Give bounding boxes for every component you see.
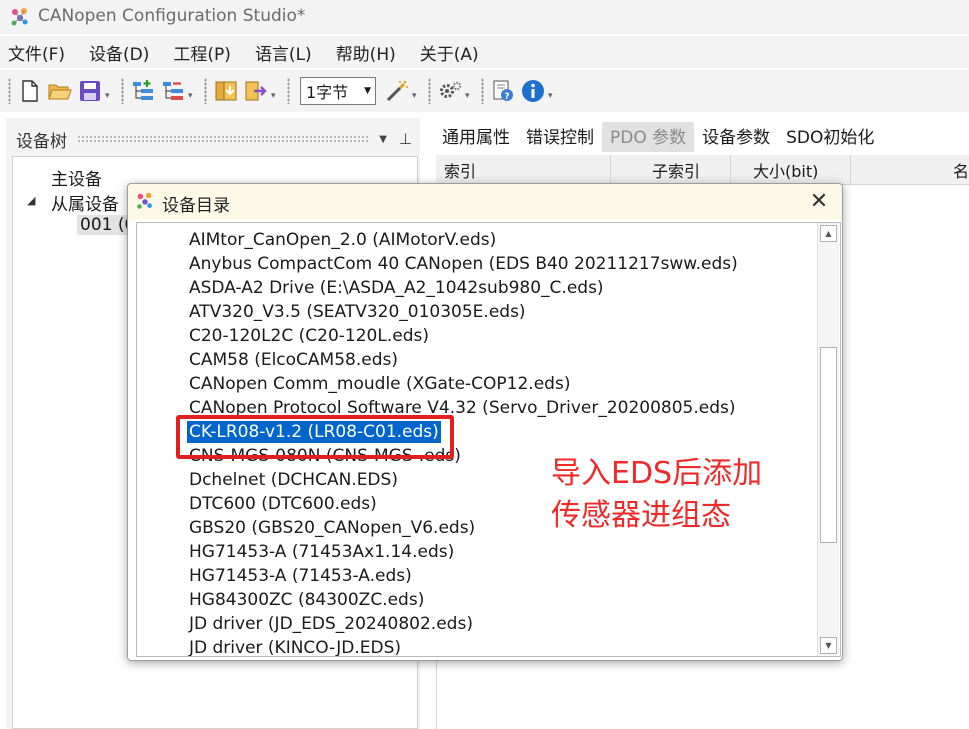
dialog-title-bar[interactable]: 设备目录 ✕ [128,184,842,220]
save-button[interactable] [78,79,102,103]
column-header-subindex[interactable]: 子索引 [611,155,731,184]
settings-dropdown-icon[interactable]: ▾ [465,91,475,101]
list-item[interactable]: HG84300ZC (84300ZC.eds) [189,589,424,611]
info-button[interactable] [521,79,545,103]
info-dropdown-icon[interactable]: ▾ [548,91,558,101]
column-header-size[interactable]: 大小(bit) [731,155,851,184]
tab-pdo-params[interactable]: PDO 参数 [602,122,695,152]
svg-text:?: ? [504,92,509,102]
menu-bar: 文件(F) 设备(D) 工程(P) 语言(L) 帮助(H) 关于(A) [0,36,969,68]
list-item[interactable]: JD driver (JD_EDS_20240802.eds) [189,613,473,635]
toolbar-grip[interactable] [8,78,11,104]
list-item[interactable]: HG71453-A (71453-A.eds) [189,565,412,587]
property-tabs: 通用属性 错误控制 PDO 参数 设备参数 SDO初始化 [434,120,969,152]
menu-project[interactable]: 工程(P) [173,40,243,65]
close-icon[interactable]: ✕ [806,188,832,214]
chevron-down-icon: ▼ [364,86,371,96]
device-tree-title: 设备树 [16,131,67,152]
tree-node-slaves[interactable]: 从属设备 [51,190,119,215]
menu-device[interactable]: 设备(D) [89,40,161,65]
dialog-title: 设备目录 [162,196,230,216]
info-icon [522,80,544,102]
new-file-icon [22,80,38,102]
pin-icon[interactable]: ⊥ [399,130,412,148]
gear-icon [440,81,462,98]
toolbar-separator [481,78,484,104]
tab-general[interactable]: 通用属性 [434,122,518,152]
byte-size-value: 1字节 [306,83,349,102]
toolbar-separator [121,78,124,104]
menu-file[interactable]: 文件(F) [8,40,77,65]
scroll-down-arrow-icon[interactable]: ▼ [820,637,837,654]
add-device-button[interactable] [131,79,155,103]
app-logo-icon [137,192,152,209]
wizard-dropdown-icon[interactable]: ▾ [412,91,422,101]
byte-size-select[interactable]: 1字节 ▼ [300,77,376,105]
window-title: CANopen Configuration Studio* [38,6,306,26]
menu-about[interactable]: 关于(A) [420,40,491,65]
app-logo-icon [11,8,28,26]
new-file-button[interactable] [18,79,42,103]
list-item[interactable]: HG71453-A (71453Ax1.14.eds) [189,541,454,563]
tab-sdo-init[interactable]: SDO初始化 [778,122,882,152]
title-bar: CANopen Configuration Studio* [0,0,969,34]
save-icon [80,81,100,101]
panel-grip[interactable] [77,135,370,143]
tree-node-master[interactable]: 主设备 [51,165,102,190]
list-item[interactable]: DTC600 (DTC600.eds) [189,493,377,515]
toolbar-separator [204,78,207,104]
list-item[interactable]: CAM58 (ElcoCAM58.eds) [189,349,398,371]
list-item[interactable]: ASDA-A2 Drive (E:\ASDA_A2_1042sub980_C.e… [189,277,604,299]
menu-help[interactable]: 帮助(H) [336,40,408,65]
tab-device-params[interactable]: 设备参数 [694,122,778,152]
help-button[interactable]: ? [491,79,515,103]
pdo-grid-header: 索引 子索引 大小(bit) 名 [436,155,969,185]
list-item[interactable]: ATV320_V3.5 (SEATV320_010305E.eds) [189,301,526,323]
list-item[interactable]: Dchelnet (DCHCAN.EDS) [189,469,398,491]
toolbar: ▾ ▾ ▾ 1字节 ▼ ▾ ▾ ? ▾ [0,70,969,112]
list-item[interactable]: C20-120L2C (C20-120L.eds) [189,325,429,347]
menu-language[interactable]: 语言(L) [255,40,324,65]
annotation-line-2: 传感器进组态 [551,498,731,533]
tab-error-control[interactable]: 错误控制 [518,122,602,152]
scrollbar-thumb[interactable] [820,347,837,543]
help-document-icon: ? [493,80,513,102]
remove-device-icon [163,82,183,100]
device-tree-header: 设备树 ▼ ⊥ [10,124,418,154]
list-item[interactable]: CANopen Comm_moudle (XGate-COP12.eds) [189,373,570,395]
open-file-button[interactable] [48,79,72,103]
remove-device-button[interactable] [161,79,185,103]
open-folder-icon [48,84,72,100]
collapse-arrow-icon[interactable]: ◢ [27,194,35,207]
chevron-down-icon[interactable]: ▼ [379,134,387,145]
list-item[interactable]: GBS20 (GBS20_CANopen_V6.eds) [189,517,475,539]
toolbar-separator [287,78,290,104]
settings-button[interactable] [438,79,462,103]
list-item[interactable]: Anybus CompactCom 40 CANopen (EDS B40 20… [189,253,738,275]
wizard-button[interactable] [385,79,409,103]
export-dropdown-icon[interactable]: ▾ [271,91,281,101]
column-header-index[interactable]: 索引 [436,155,611,184]
vertical-scrollbar[interactable]: ▲ ▼ [817,223,839,656]
export-button[interactable] [244,79,268,103]
add-device-icon [133,80,153,100]
toolbar-separator [428,78,431,104]
scroll-up-arrow-icon[interactable]: ▲ [820,225,837,242]
save-dropdown-icon[interactable]: ▾ [105,91,115,101]
export-icon [245,81,267,101]
import-book-icon [215,81,237,101]
device-dropdown-icon[interactable]: ▾ [188,91,198,101]
list-item[interactable]: JD driver (KINCO-JD.EDS) [189,637,401,656]
annotation-line-1: 导入EDS后添加 [551,456,763,491]
magic-wand-icon [386,80,408,102]
highlight-box [176,415,454,459]
annotation-text: 导入EDS后添加 传感器进组态 [551,453,762,537]
column-header-name[interactable]: 名 [851,155,969,184]
import-eds-button[interactable] [214,79,238,103]
list-item[interactable]: AIMtor_CanOpen_2.0 (AIMotorV.eds) [189,229,496,251]
